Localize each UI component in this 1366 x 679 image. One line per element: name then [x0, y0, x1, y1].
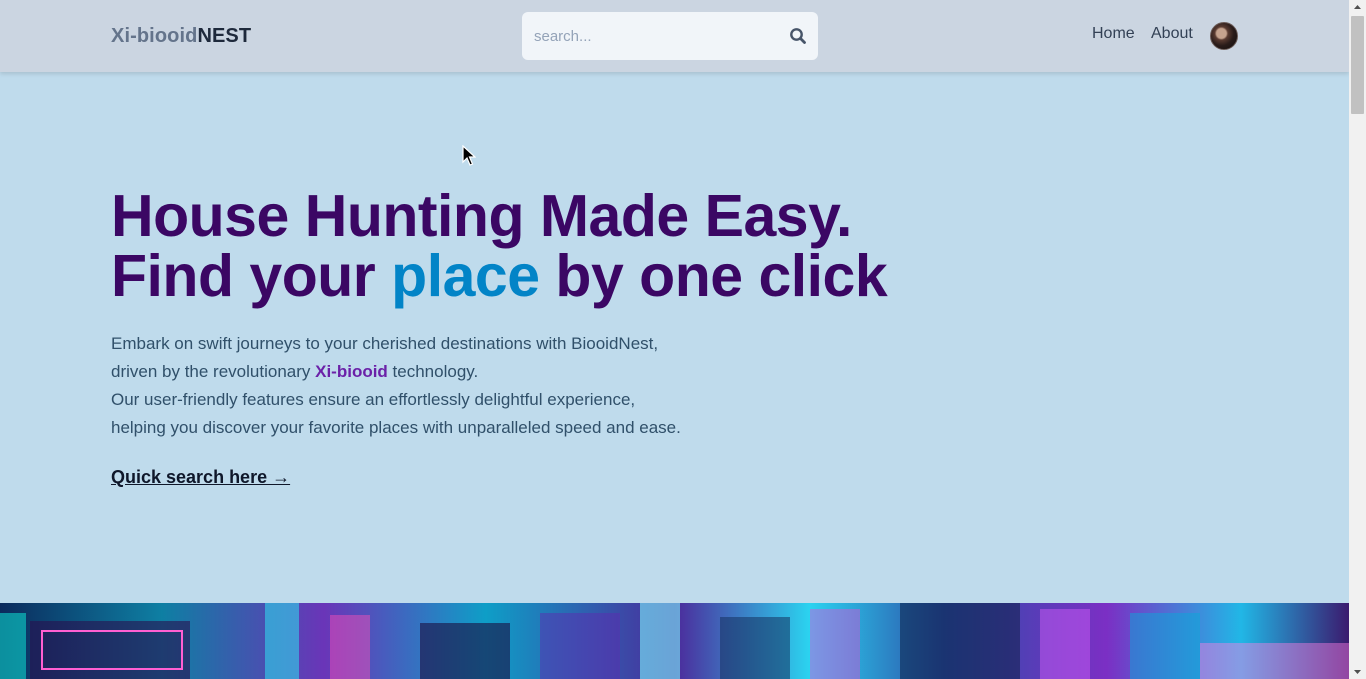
nav-home-link[interactable]: Home — [1092, 25, 1135, 43]
hero-desc-line2-part2: technology. — [387, 362, 479, 381]
hero-title-accent: place — [391, 243, 540, 309]
hero-desc-line1: Embark on swift journeys to your cherish… — [111, 334, 659, 353]
site-logo[interactable]: Xi-biooidNEST — [111, 25, 251, 48]
top-header: Xi-biooidNEST Home About — [0, 0, 1349, 72]
hero-title-line1: House Hunting Made Easy. — [111, 183, 852, 249]
scroll-up-arrow-icon[interactable] — [1349, 0, 1366, 14]
hero-desc-line2-part1: driven by the revolutionary — [111, 362, 316, 381]
search-icon[interactable] — [788, 26, 808, 46]
mouse-cursor-icon — [462, 144, 477, 172]
logo-suffix: NEST — [197, 25, 252, 47]
search-input[interactable] — [522, 12, 772, 60]
avatar[interactable] — [1210, 22, 1238, 50]
page: Xi-biooidNEST Home About House Hunting M… — [0, 0, 1349, 679]
hero-title: House Hunting Made Easy. Find your place… — [111, 183, 888, 309]
hero-description: Embark on swift journeys to your cherish… — [111, 330, 751, 442]
city-banner-image — [0, 603, 1349, 679]
hero-desc-line4: helping you discover your favorite place… — [111, 418, 681, 437]
nav-about-link[interactable]: About — [1151, 25, 1193, 43]
scroll-down-arrow-icon[interactable] — [1349, 665, 1366, 679]
hero-desc-line3: Our user-friendly features ensure an eff… — [111, 390, 636, 409]
logo-prefix: Xi-biooid — [111, 25, 198, 47]
hero-desc-brand: Xi-biooid — [315, 362, 388, 381]
hero-title-line2-part1: Find your — [111, 243, 392, 309]
hero-title-line2-part2: by one click — [539, 243, 888, 309]
vertical-scrollbar[interactable] — [1349, 0, 1366, 679]
quick-search-link[interactable]: Quick search here → — [111, 467, 290, 488]
search-box — [522, 12, 818, 60]
scrollbar-thumb[interactable] — [1351, 16, 1364, 114]
